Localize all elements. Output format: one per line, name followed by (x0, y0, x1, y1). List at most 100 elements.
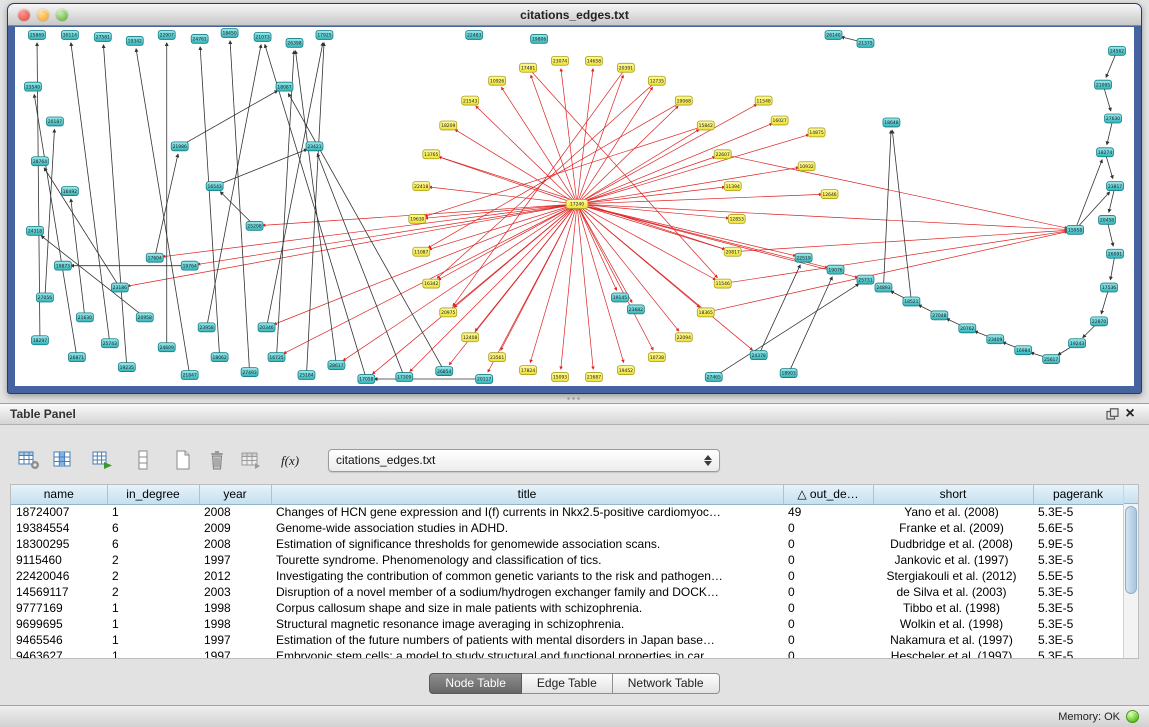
graph-edge[interactable] (892, 130, 911, 301)
graph-node[interactable]: 21095 (1095, 80, 1112, 89)
table-row[interactable]: 911546021997Tourette syndrome. Phenomeno… (11, 552, 1123, 568)
graph-node[interactable]: 11087 (413, 247, 430, 256)
graph-node[interactable]: 26140 (825, 30, 842, 39)
graph-edge[interactable] (577, 157, 715, 204)
table-row[interactable]: 1456911722003Disruption of a novel membe… (11, 584, 1123, 600)
row-height-icon[interactable] (130, 447, 156, 473)
graph-node[interactable]: 24761 (191, 34, 208, 43)
graph-edge[interactable] (577, 204, 1067, 229)
graph-node[interactable]: 16027 (771, 116, 788, 125)
graph-node[interactable]: 20187 (46, 117, 63, 126)
import-table-icon[interactable] (238, 447, 264, 473)
graph-edge[interactable] (577, 204, 753, 350)
graph-node[interactable]: 23958 (198, 323, 215, 332)
graph-node[interactable]: 10932 (798, 162, 815, 171)
show-columns-icon[interactable] (50, 447, 76, 473)
column-header[interactable]: in_degree (107, 485, 199, 504)
table-row[interactable]: 946362711997Embryonic stem cells: a mode… (11, 648, 1123, 659)
graph-edge[interactable] (706, 232, 1068, 313)
graph-node[interactable]: 12646 (821, 190, 838, 199)
graph-node[interactable]: 11394 (724, 182, 741, 191)
graph-edge[interactable] (577, 87, 653, 204)
graph-node[interactable]: 19235 (118, 363, 135, 372)
graph-node[interactable]: 18297 (31, 336, 48, 345)
graph-edge[interactable] (136, 49, 190, 375)
graph-node[interactable]: 19145 (611, 293, 628, 302)
graph-node[interactable]: 27581 (94, 32, 111, 41)
close-window-button[interactable] (18, 9, 30, 21)
table-row[interactable]: 977716911998Corpus callosum shape and si… (11, 600, 1123, 616)
graph-node[interactable]: 19764 (181, 261, 198, 270)
graph-node[interactable]: 19342 (126, 36, 143, 45)
table-row[interactable]: 1830029562008Estimation of significance … (11, 536, 1123, 552)
graph-node[interactable]: 20958 (136, 313, 153, 322)
graph-node[interactable]: 27056 (36, 293, 53, 302)
column-header[interactable]: name (11, 485, 107, 504)
graph-edge[interactable] (577, 194, 822, 204)
graph-node[interactable]: 24318 (26, 226, 43, 235)
graph-node[interactable]: 17824 (520, 366, 537, 375)
graph-node[interactable]: 23409 (987, 335, 1004, 344)
minimize-window-button[interactable] (37, 9, 49, 21)
graph-node[interactable]: 12735 (648, 76, 665, 85)
graph-edge[interactable] (34, 95, 77, 358)
graph-edge[interactable] (41, 236, 145, 318)
column-header[interactable]: title (271, 485, 783, 504)
graph-node[interactable]: 26854 (436, 367, 453, 376)
float-panel-icon[interactable] (1103, 406, 1121, 422)
graph-node[interactable]: 18648 (883, 118, 900, 127)
table-selector-dropdown[interactable]: citations_edges.txt (328, 449, 720, 472)
graph-node[interactable]: 25617 (1043, 355, 1060, 364)
graph-edge[interactable] (883, 130, 891, 287)
network-graph[interactable]: 1724012853208171154618365220941073819452… (15, 27, 1134, 386)
graph-node[interactable]: 16492 (61, 187, 78, 196)
graph-node[interactable]: 21630 (76, 313, 93, 322)
panel-splitter[interactable] (0, 394, 1149, 403)
column-header[interactable]: year (199, 485, 271, 504)
graph-node[interactable]: 22418 (413, 182, 430, 191)
graph-edge[interactable] (215, 149, 307, 186)
graph-node[interactable]: 20391 (617, 63, 634, 72)
graph-node[interactable]: 27048 (931, 311, 948, 320)
graph-node[interactable]: 25731 (857, 275, 874, 284)
graph-node[interactable]: 13765 (423, 150, 440, 159)
delete-column-icon[interactable] (204, 447, 230, 473)
graph-node[interactable]: 20458 (1099, 215, 1116, 224)
graph-node[interactable]: 23817 (1107, 182, 1124, 191)
graph-edge[interactable] (577, 204, 624, 362)
graph-edge[interactable] (577, 106, 678, 204)
graph-node[interactable]: 20117 (476, 375, 493, 384)
column-header[interactable]: pagerank (1033, 485, 1123, 504)
column-header[interactable]: short (873, 485, 1033, 504)
graph-edge[interactable] (577, 69, 593, 204)
graph-node[interactable]: 23540 (24, 82, 41, 91)
graph-node[interactable]: 25184 (298, 371, 315, 380)
network-canvas[interactable]: 1724012853208171154618365220941073819452… (15, 27, 1134, 386)
graph-edge[interactable] (577, 130, 699, 204)
graph-edge[interactable] (230, 41, 249, 372)
graph-edge[interactable] (220, 192, 254, 226)
graph-node[interactable]: 21375 (857, 38, 874, 47)
graph-edge[interactable] (759, 265, 801, 355)
graph-node[interactable]: 11548 (755, 96, 772, 105)
graph-node[interactable]: 27493 (241, 368, 258, 377)
graph-edge[interactable] (163, 204, 577, 257)
graph-edge[interactable] (343, 204, 577, 361)
graph-edge[interactable] (488, 204, 577, 372)
graph-node[interactable]: 21847 (181, 371, 198, 380)
graph-node[interactable]: 17536 (1101, 283, 1118, 292)
graph-node[interactable]: 17604 (146, 253, 163, 262)
graph-node[interactable]: 24562 (1109, 46, 1126, 55)
graph-node[interactable]: 25743 (101, 339, 118, 348)
graph-node[interactable]: 25869 (28, 30, 45, 39)
export-table-icon[interactable] (90, 447, 116, 473)
graph-node[interactable]: 17309 (396, 373, 413, 382)
table-scrollbar[interactable] (1123, 485, 1138, 658)
graph-node[interactable]: 21986 (171, 142, 188, 151)
graph-node[interactable]: 30114 (61, 30, 78, 39)
graph-node[interactable]: 18087 (276, 82, 293, 91)
graph-node[interactable]: 10926 (489, 76, 506, 85)
graph-node[interactable]: 15093 (552, 373, 569, 382)
graph-edge[interactable] (317, 154, 404, 377)
graph-edge[interactable] (429, 187, 577, 204)
